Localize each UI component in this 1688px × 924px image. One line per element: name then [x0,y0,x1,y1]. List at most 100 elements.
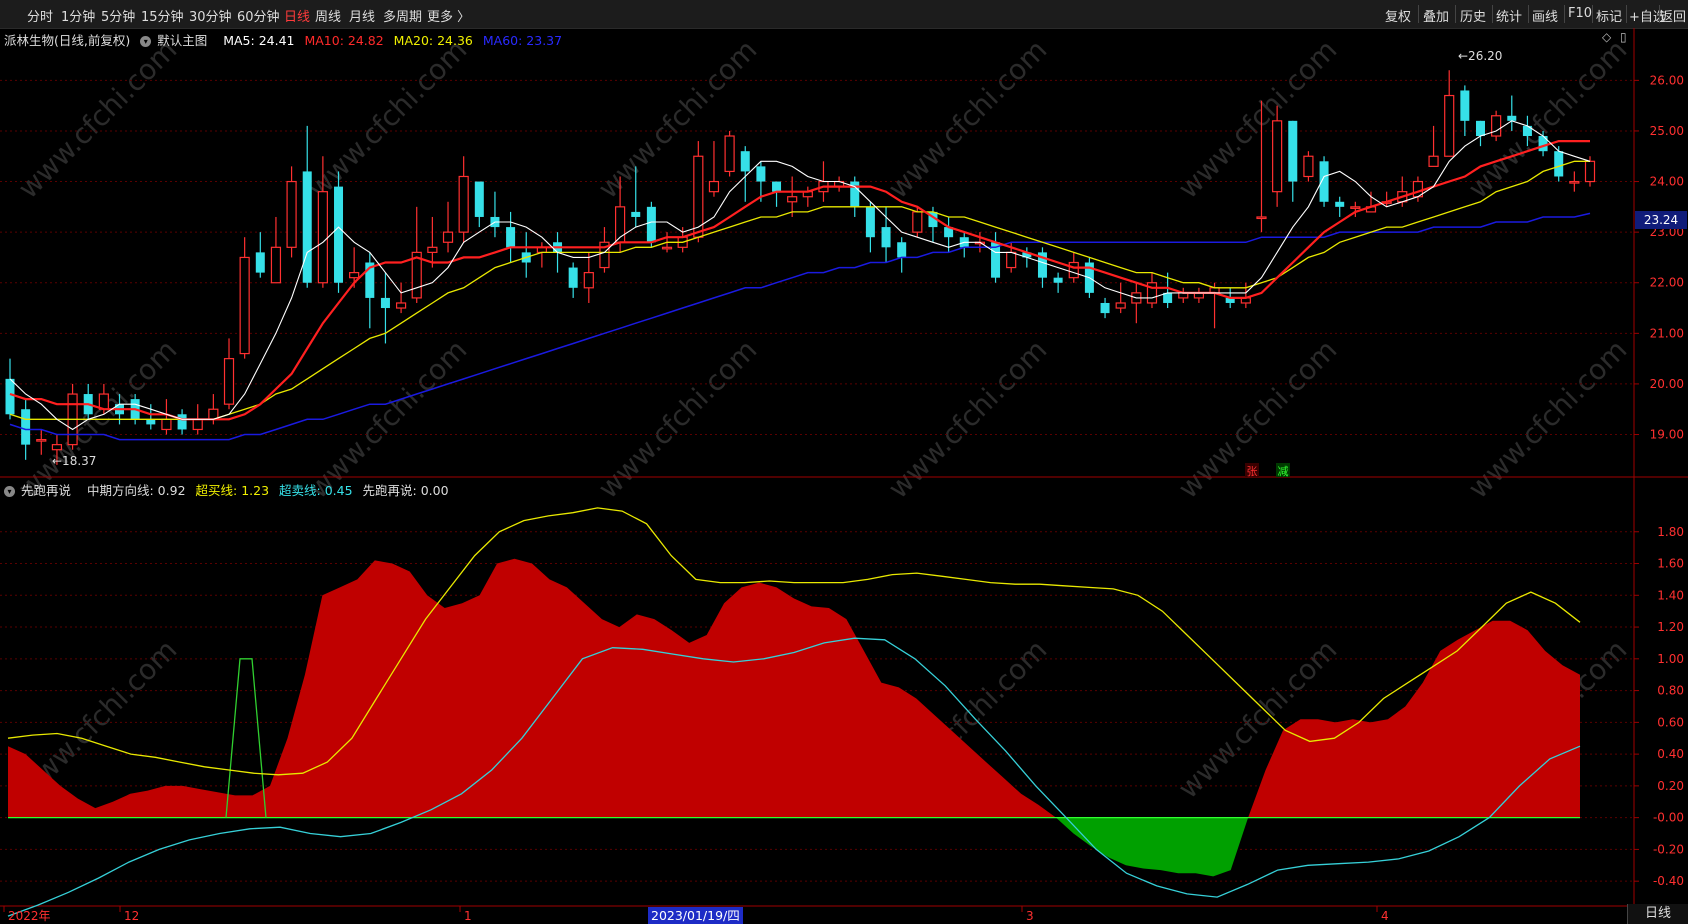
candle-body-up [51,444,63,451]
candle-body-up [1569,180,1580,184]
candle-body-up [1272,120,1283,193]
indicator-tick-label: 0.80 [1657,684,1684,698]
candle-body-down [865,206,875,238]
chevron-down-icon: ▾ [4,486,15,497]
price-tick-label: 21.00 [1650,326,1684,340]
candle-body-up [1068,261,1079,279]
indicator-tick-label: -0.40 [1653,874,1684,888]
template-selector[interactable]: ▾ 默认主图 [140,33,213,48]
watermark-text: www.cfchi.com [592,33,764,205]
candle-body-up [583,272,594,289]
indicator-area-negative [8,817,1580,877]
candle-body-up [1428,155,1439,167]
candle-body-up [317,191,328,284]
indicator-tick-label: 0.20 [1657,779,1684,793]
indicator-area-positive [8,558,1580,818]
date-tick-label: 3 [1026,909,1034,923]
candles-layer [5,70,1596,465]
candle-body-up [270,246,282,284]
candle-body-down [334,186,344,283]
watermark-text: www.cfchi.com [592,333,764,505]
price-tick-label: 25.00 [1650,124,1684,138]
candle-body-down [1554,151,1564,177]
window-icon[interactable]: ▯ [1620,30,1627,44]
candle-body-down [772,181,782,192]
high-price-mark: ←26.20 [1458,49,1502,63]
candle-body-down [1100,302,1110,314]
indicator-name: 先跑再说 [21,483,72,498]
watermark-text: www.cfchi.com [1172,33,1344,205]
candle-body-up [1006,251,1017,269]
candle-body-down [568,267,578,288]
indicator-info: ▾ 先跑再说 中期方向线: 0.92 超买线: 1.23 超卖线: 0.45 先跑… [4,480,455,498]
candle-body-up [708,180,720,193]
candle-body-down [177,414,187,430]
watermark-text: www.cfchi.com [882,333,1054,505]
date-tick-label: 2022年 [8,909,51,923]
stock-name: 派林生物(日线,前复权) [4,33,131,48]
indicator-tick-label: 0.40 [1657,747,1684,761]
watermark-text: www.cfchi.com [882,33,1054,205]
period-bottom-tab[interactable]: 日线 [1627,904,1688,924]
price-tick-label: 24.00 [1650,175,1684,189]
ma20-label: MA20: 24.36 [393,33,473,48]
watermark-text: www.cfchi.com [1172,333,1344,505]
candle-body-up [724,135,735,173]
candle-body-down [1288,120,1298,182]
watermark-text: www.cfchi.com [302,33,474,205]
xpzs-label: 先跑再说: 0.00 [362,483,449,498]
candle-body-up [395,302,407,309]
candle-body-down [897,242,907,258]
candle-body-down [506,227,516,248]
candle-body-down [255,252,265,273]
watermark-text: www.cfchi.com [12,33,184,205]
candle-body-up [787,196,798,203]
indicator-selector[interactable]: ▾ 先跑再说 [4,483,77,498]
candle-body-down [146,419,156,425]
zhang-label: 张 [1247,465,1258,478]
date-tick-label: 12 [124,909,139,923]
candle-body-down [21,409,31,445]
jian-label: 减 [1278,465,1289,478]
candle-body-up [912,211,923,233]
overbuy-label: 超买线: 1.23 [195,483,270,498]
candle-body-up [1491,115,1502,137]
current-price-label: 23.24 [1644,213,1678,227]
candle-body-down [1053,277,1063,283]
candle-body-down [631,211,641,217]
indicator-tick-label: 1.00 [1657,652,1684,666]
candle-body-up [442,231,454,243]
template-label: 默认主图 [157,33,208,48]
price-tick-label: 19.00 [1650,428,1684,442]
candle-body-up [1350,206,1361,209]
price-tick-label: 20.00 [1650,377,1684,391]
candle-body-up [161,418,172,431]
candle-body-up [98,393,109,410]
indicator-tick-label: 1.80 [1657,525,1684,539]
candle-body-up [661,246,673,250]
candle-body-up [1444,94,1455,157]
date-tick-label: 4 [1381,909,1389,923]
candle-body-down [1475,120,1485,137]
candle-body-up [349,272,360,279]
candle-body-up [1303,155,1314,178]
candle-body-down [302,171,312,283]
watermark-text: www.cfchi.com [1462,333,1634,505]
candle-body-up [1115,302,1126,309]
candle-body-up [427,246,438,253]
low-price-mark: ←18.37 [52,454,96,468]
candle-body-up [239,256,250,355]
oversell-label: 超卖线: 0.45 [279,483,353,498]
indicator-tick-label: 1.60 [1657,557,1684,571]
candle-body-up [36,438,47,442]
candle-body-up [458,175,469,233]
price-tick-label: 22.00 [1650,276,1684,290]
candle-body-down [380,297,390,309]
main-chart-info: 派林生物(日线,前复权) ▾ 默认主图 MA5: 24.41 MA10: 24.8… [4,30,568,48]
diamond-icon[interactable]: ◇ [1602,30,1611,44]
chart-canvas[interactable]: www.cfchi.com www.cfchi.com www.cfchi.com w… [0,0,1688,924]
indicator-tick-label: -0.20 [1653,842,1684,856]
candle-body-down [740,151,750,172]
chevron-down-icon: ▾ [140,36,152,47]
candle-body-down [881,227,891,248]
